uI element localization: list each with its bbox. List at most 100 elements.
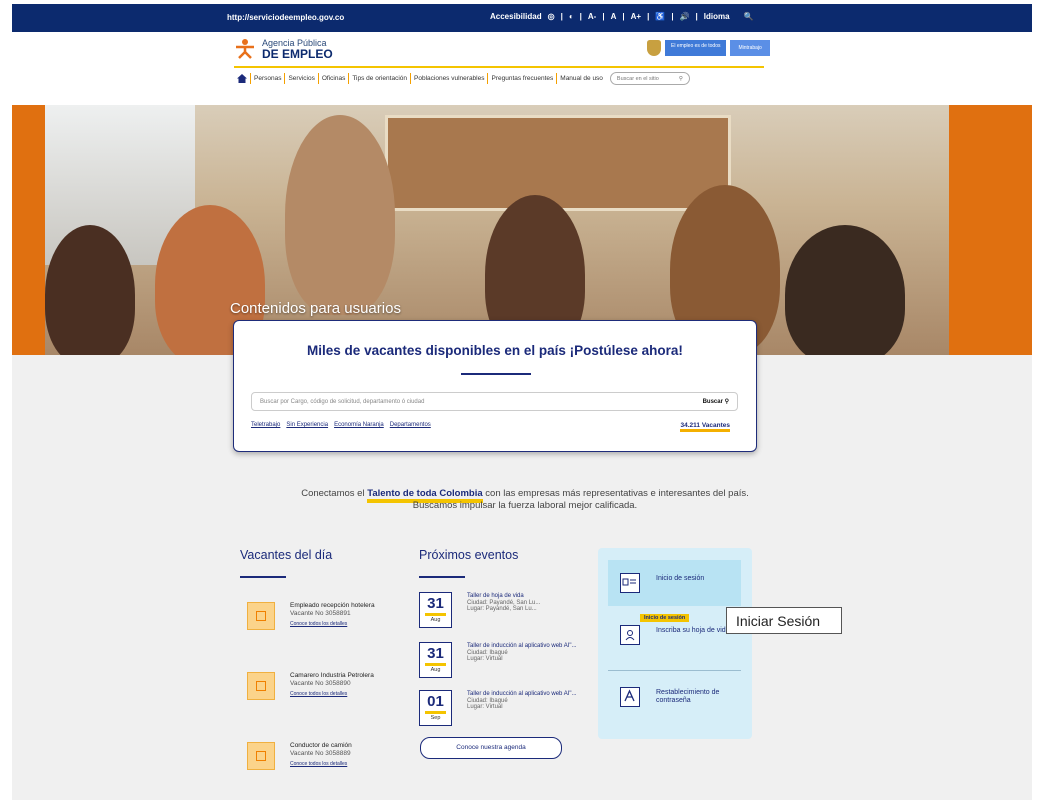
events-title: Próximos eventos <box>419 548 519 562</box>
audio-icon[interactable]: 🔊 <box>680 12 690 21</box>
search-icon[interactable]: ⚲ <box>679 73 683 84</box>
agenda-button[interactable]: Conoce nuestra agenda <box>420 737 562 759</box>
nav-item-poblaciones[interactable]: Poblaciones vulnerables <box>410 73 487 84</box>
search-button[interactable]: Buscar ⚲ <box>703 393 729 411</box>
login-label: Inicio de sesión <box>656 575 705 582</box>
tagline-line2: Buscamos impulsar la fuerza laboral mejo… <box>412 500 638 511</box>
main-nav: Personas Servicios Oficinas Tips de orie… <box>234 72 690 85</box>
search-headline: Miles de vacantes disponibles en el país… <box>307 343 683 358</box>
vacancy-title: Camarero Industria Petrolera <box>290 672 374 679</box>
agency-logo[interactable]: Agencia Pública DE EMPLEO <box>234 38 333 60</box>
contrast-icon[interactable]: ◎ <box>548 12 555 21</box>
link-sin-experiencia[interactable]: Sin Experiencia <box>286 422 328 428</box>
ministry-pill: Mintrabajo <box>730 40 770 56</box>
vacancy-number: Vacante No 3058890 <box>290 679 351 687</box>
vacancy-details-link[interactable]: Conoce todos los detalles <box>290 621 390 629</box>
person-left <box>45 225 135 355</box>
login-option[interactable]: Inicio de sesión <box>608 560 741 606</box>
event-day: 31 <box>427 595 444 612</box>
panel-divider <box>608 670 741 671</box>
home-icon[interactable] <box>237 74 247 83</box>
vacancy-badge-icon <box>247 742 275 770</box>
event-date: 31 Aug <box>419 592 452 628</box>
vacancies-title: Vacantes del día <box>240 548 333 562</box>
vacancy-number: Vacante No 3058889 <box>290 749 351 757</box>
magnifier-icon: ⚲ <box>724 399 729 405</box>
vacancy-badge-icon <box>247 672 275 700</box>
events-underline <box>419 576 465 578</box>
link-departamentos[interactable]: Departamentos <box>390 422 431 428</box>
vacancy-badge-icon <box>247 602 275 630</box>
accessibility-icon[interactable]: ♿ <box>655 12 665 21</box>
headline-underline <box>461 373 531 375</box>
top-bar: http://serviciodeempleo.gov.co Accesibil… <box>12 4 1032 32</box>
vacancy-search-card: Miles de vacantes disponibles en el país… <box>233 320 757 452</box>
event-day: 01 <box>427 693 444 710</box>
site-search-input[interactable]: Buscar en el sitio ⚲ <box>609 72 690 85</box>
divider: | <box>647 12 650 21</box>
logo-icon <box>234 38 256 60</box>
nav-item-personas[interactable]: Personas <box>250 73 284 84</box>
user-actions-panel: Inicio de sesión Inscriba su hoja de vid… <box>598 548 752 739</box>
half-contrast-icon[interactable]: ◐ <box>569 12 574 21</box>
vacancy-search-input[interactable]: Buscar por Cargo, código de solicitud, d… <box>251 392 738 411</box>
event-title: Taller de inducción al aplicativo web AI… <box>467 691 577 697</box>
font-increase-button[interactable]: A+ <box>631 12 641 21</box>
divider: | <box>695 12 698 21</box>
site-url[interactable]: http://serviciodeempleo.gov.co <box>227 13 344 22</box>
government-logos: El empleo es de todos Mintrabajo <box>647 40 770 56</box>
site-search-placeholder: Buscar en el sitio <box>616 76 659 82</box>
language-button[interactable]: Idioma <box>704 12 730 21</box>
event-month: Aug <box>425 613 446 624</box>
divider: | <box>671 12 674 21</box>
nav-item-manual[interactable]: Manual de uso <box>556 73 606 84</box>
login-hint-badge: Inicio de sesión <box>640 614 690 622</box>
tagline-before: Conectamos el <box>301 488 368 499</box>
hero-photo <box>45 105 949 355</box>
tagline-after: con las empresas más representativas e i… <box>482 488 749 499</box>
event-day: 31 <box>427 645 444 662</box>
vacancy-count[interactable]: 34.211 Vacantes <box>680 422 730 432</box>
event-place: Lugar: Payandé, San Lu... <box>467 606 537 612</box>
header-divider <box>234 66 764 68</box>
tagline: Conectamos el Talento de toda Colombia c… <box>0 488 1050 512</box>
event-date: 01 Sep <box>419 690 452 726</box>
hero-banner <box>12 105 1032 355</box>
nav-item-servicios[interactable]: Servicios <box>284 73 317 84</box>
accessibility-bar: Accesibilidad ◎ | ◐ | A- | A | A+ | ♿ | … <box>490 12 754 21</box>
link-economia-naranja[interactable]: Economía Naranja <box>334 422 384 428</box>
vacancy-details-link[interactable]: Conoce todos los detalles <box>290 761 390 769</box>
divider: | <box>579 12 582 21</box>
event-title: Taller de inducción al aplicativo web AI… <box>467 643 577 649</box>
hero-corkboard <box>385 115 731 211</box>
zoom-icon[interactable]: 🔍 <box>744 12 754 21</box>
vacancy-search-placeholder: Buscar por Cargo, código de solicitud, d… <box>260 399 425 405</box>
event-month: Aug <box>425 663 446 674</box>
id-card-icon <box>620 573 640 593</box>
search-button-label: Buscar <box>702 399 723 405</box>
nav-item-oficinas[interactable]: Oficinas <box>317 73 348 84</box>
quick-links: Teletrabajo Sin Experiencia Economía Nar… <box>251 422 431 428</box>
password-reset-option[interactable]: Restablecimiento de contraseña <box>608 674 741 720</box>
link-teletrabajo[interactable]: Teletrabajo <box>251 422 280 428</box>
divider: | <box>602 12 605 21</box>
register-cv-label: Inscriba su hoja de vida <box>656 627 730 634</box>
hero-title: Contenidos para usuarios <box>230 300 401 317</box>
vacancy-details-link[interactable]: Conoce todos los detalles <box>290 691 390 699</box>
password-reset-label: Restablecimiento de contraseña <box>656 689 720 704</box>
password-icon <box>620 687 640 707</box>
gov-pill: El empleo es de todos <box>665 40 727 56</box>
coat-of-arms-icon <box>647 40 661 56</box>
nav-item-tips[interactable]: Tips de orientación <box>348 73 410 84</box>
event-date: 31 Aug <box>419 642 452 678</box>
font-decrease-button[interactable]: A- <box>588 12 596 21</box>
vacancy-number: Vacante No 3058891 <box>290 609 351 617</box>
vacancy-title: Empleado recepción hotelera <box>290 602 375 609</box>
nav-item-preguntas[interactable]: Preguntas frecuentes <box>487 73 556 84</box>
resume-icon <box>620 625 640 645</box>
logo-text-line2: DE EMPLEO <box>262 47 333 61</box>
person-center-standing <box>285 115 395 315</box>
vacancies-underline <box>240 576 286 578</box>
vacancy-title: Conductor de camión <box>290 742 352 749</box>
font-normal-button[interactable]: A <box>611 12 617 21</box>
